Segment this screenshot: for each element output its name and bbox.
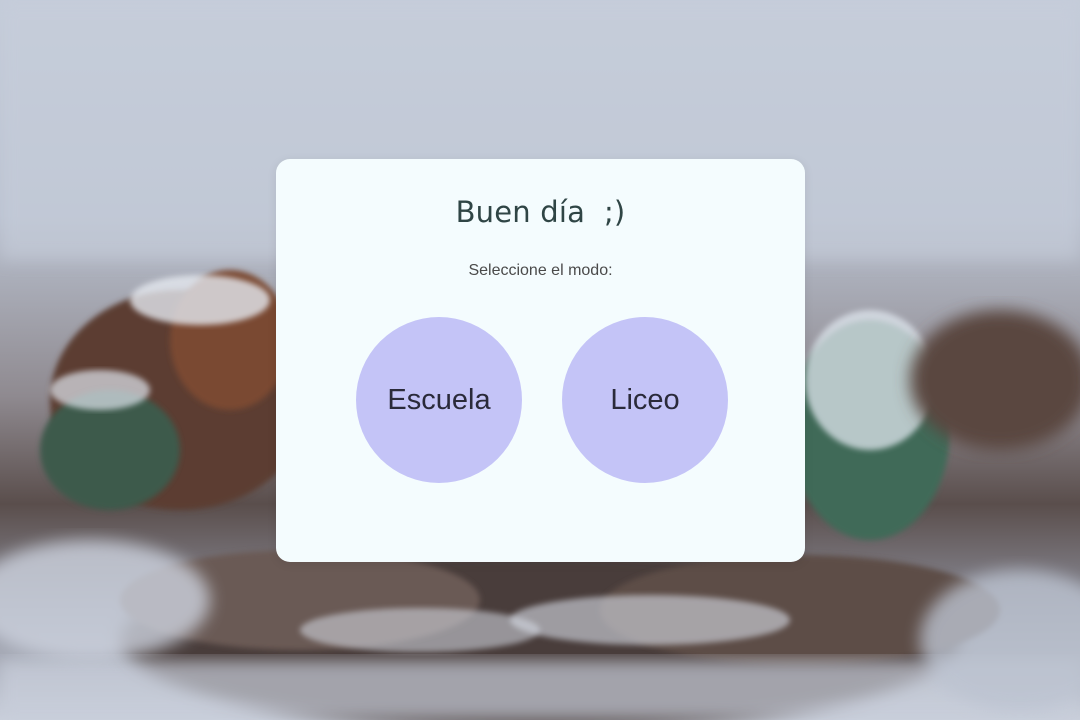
mode-prompt-label: Seleccione el modo:: [468, 262, 613, 279]
greeting-title: Buen día ;): [455, 195, 626, 229]
liceo-mode-button[interactable]: Liceo: [562, 317, 728, 483]
escuela-mode-button[interactable]: Escuela: [356, 317, 522, 483]
mode-selection-dialog: Buen día ;) Seleccione el modo: Escuela …: [276, 159, 805, 562]
